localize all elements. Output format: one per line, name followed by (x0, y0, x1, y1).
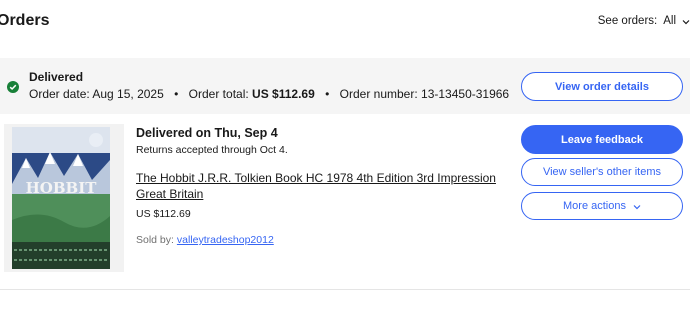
sold-by: Sold by: valleytradeshop2012 (136, 234, 274, 246)
order-status: Delivered (29, 70, 84, 84)
leave-feedback-button[interactable]: Leave feedback (521, 125, 683, 154)
see-orders-value[interactable]: All (663, 15, 676, 27)
order-total-label: Order total: (188, 87, 249, 101)
order-meta: Order date: Aug 15, 2025 • Order total: … (29, 87, 509, 101)
cover-title-text: HOBBIT (26, 179, 98, 197)
see-orders-label: See orders: (597, 15, 658, 27)
sold-by-label: Sold by: (136, 234, 174, 246)
separator: • (325, 87, 330, 101)
item-title-link[interactable]: The Hobbit J.R.R. Tolkien Book HC 1978 4… (136, 170, 496, 202)
order-number-label: Order number: (339, 87, 418, 101)
order-total: US $112.69 (252, 87, 315, 101)
returns-info: Returns accepted through Oct 4. (136, 144, 288, 156)
order-date: Aug 15, 2025 (92, 87, 164, 101)
divider (0, 289, 690, 290)
item-thumbnail[interactable]: HOBBIT (4, 124, 124, 272)
separator: • (174, 87, 179, 101)
more-actions-button[interactable]: More actions (521, 192, 683, 220)
see-orders-filter[interactable]: See orders: All (598, 15, 690, 27)
chevron-down-icon (633, 202, 641, 210)
order-number: 13-13450-31966 (421, 87, 510, 101)
chevron-down-icon[interactable] (682, 17, 690, 25)
order-date-label: Order date: (29, 87, 90, 101)
check-circle-icon (7, 80, 19, 93)
delivery-status: Delivered on Thu, Sep 4 (136, 126, 278, 140)
seller-link[interactable]: valleytradeshop2012 (177, 234, 274, 246)
view-order-details-button[interactable]: View order details (521, 72, 683, 101)
item-price: US $112.69 (136, 208, 191, 220)
page-title: Orders (0, 12, 50, 29)
view-seller-items-button[interactable]: View seller's other items (521, 158, 683, 186)
more-actions-label: More actions (563, 200, 626, 212)
